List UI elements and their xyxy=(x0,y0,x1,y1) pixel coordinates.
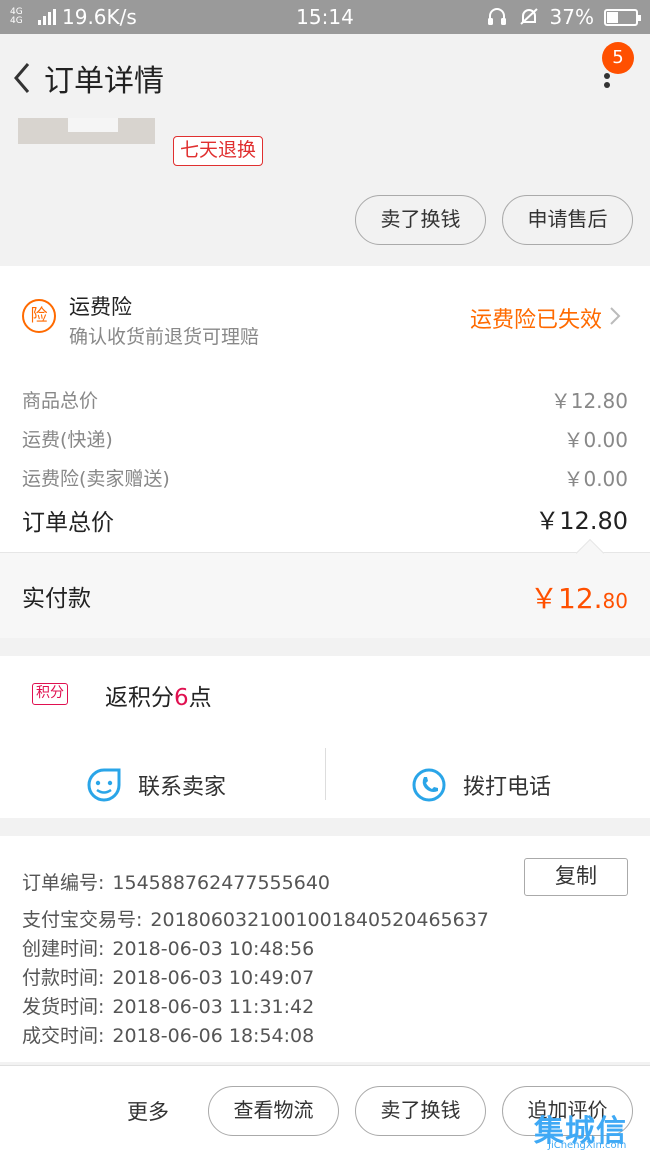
order-number-line: 订单编号: 154588762477555640 xyxy=(22,868,330,895)
order-info-card: 订单编号: 154588762477555640 复制 支付宝交易号: 201806… xyxy=(0,836,650,1062)
back-arrow-icon[interactable] xyxy=(8,58,36,98)
points-number: 6 xyxy=(174,685,189,711)
paid-value-cents: 80 xyxy=(602,589,628,613)
status-right: 37% xyxy=(486,5,641,29)
created-time-line: 创建时间: 2018-06-03 10:48:56 xyxy=(22,934,314,961)
completed-time-line: 成交时间: 2018-06-06 18:54:08 xyxy=(22,1021,314,1048)
paid-value-main: ￥12. xyxy=(530,582,603,615)
more-vertical-icon[interactable] xyxy=(592,70,622,100)
mute-bell-icon xyxy=(519,8,538,25)
site-watermark: 集城信 JiChengXin.com xyxy=(530,1104,650,1155)
view-logistics-button[interactable]: 查看物流 xyxy=(208,1086,339,1136)
points-tag: 积分 xyxy=(32,683,68,705)
insurance-subtitle: 确认收货前退货可理赔 xyxy=(69,326,260,348)
call-phone-button[interactable]: 拨打电话 xyxy=(411,750,551,820)
sell-button[interactable]: 卖了换钱 xyxy=(355,195,486,245)
contact-seller-button[interactable]: 联系卖家 xyxy=(86,750,226,820)
created-time-value: 2018-06-03 10:48:56 xyxy=(112,938,315,960)
page-title: 订单详情 xyxy=(44,64,164,99)
shipping-value: ￥0.00 xyxy=(563,428,628,452)
seven-day-return-tag: 七天退换 xyxy=(173,136,264,166)
battery-icon xyxy=(604,8,641,26)
points-text-before: 返积分 xyxy=(105,685,174,711)
shipping-label: 运费(快递) xyxy=(22,429,113,451)
phone-icon xyxy=(412,768,446,802)
order-number-label: 订单编号: xyxy=(22,872,105,894)
points-contact-card: 积分 返积分6点 联系卖家 拨打电话 xyxy=(0,656,650,818)
shipped-time-label: 发货时间: xyxy=(22,996,105,1018)
order-number-value: 154588762477555640 xyxy=(112,872,330,894)
sell-button-bottom[interactable]: 卖了换钱 xyxy=(355,1086,486,1136)
after-sale-button[interactable]: 申请售后 xyxy=(502,195,633,245)
call-phone-label: 拨打电话 xyxy=(463,775,552,800)
divider xyxy=(325,748,326,800)
alipay-trade-label: 支付宝交易号: xyxy=(22,909,143,931)
order-total-label: 订单总价 xyxy=(22,510,114,536)
status-bar: 4G 4G 19.6K/s 15:14 37% xyxy=(0,0,650,34)
paid-time-label: 付款时间: xyxy=(22,967,105,989)
insurance-fee-label: 运费险(卖家赠送) xyxy=(22,468,170,490)
watermark-url: JiChengXin.com xyxy=(548,1140,627,1151)
created-time-label: 创建时间: xyxy=(22,938,105,960)
more-button[interactable]: 更多 xyxy=(127,1096,169,1126)
paid-amount-row: 实付款 ￥12.80 xyxy=(0,538,650,638)
insurance-title: 运费险 xyxy=(69,295,132,319)
paid-time-line: 付款时间: 2018-06-03 10:49:07 xyxy=(22,963,314,990)
shipped-time-value: 2018-06-03 11:31:42 xyxy=(112,996,315,1018)
contact-seller-label: 联系卖家 xyxy=(138,775,227,800)
product-area: 七天退换 卖了换钱 申请售后 xyxy=(0,118,650,264)
alipay-trade-line: 支付宝交易号: 2018060321001001840520465637 xyxy=(22,905,489,932)
insurance-status: 运费险已失效 xyxy=(469,308,602,333)
points-text-after: 点 xyxy=(188,685,212,711)
completed-time-value: 2018-06-06 18:54:08 xyxy=(112,1025,315,1047)
paid-time-value: 2018-06-03 10:49:07 xyxy=(112,967,315,989)
paid-label: 实付款 xyxy=(22,586,91,612)
completed-time-label: 成交时间: xyxy=(22,1025,105,1047)
price-card: 险 运费险 确认收货前退货可理赔 运费险已失效 商品总价 ￥12.80 运费(快… xyxy=(0,266,650,552)
insurance-fee-value: ￥0.00 xyxy=(563,467,628,491)
paid-value: ￥12.80 xyxy=(530,577,628,617)
order-total-value: ￥12.80 xyxy=(535,507,628,535)
nav-header: 订单详情 5 xyxy=(0,34,650,118)
battery-percent: 37% xyxy=(549,5,594,29)
copy-button[interactable]: 复制 xyxy=(524,858,628,896)
headset-icon xyxy=(487,8,506,25)
goods-total-label: 商品总价 xyxy=(22,390,99,412)
alipay-trade-value: 2018060321001001840520465637 xyxy=(150,909,489,931)
shipped-time-line: 发货时间: 2018-06-03 11:31:42 xyxy=(22,992,314,1019)
insurance-icon: 险 xyxy=(22,299,56,333)
goods-total-value: ￥12.80 xyxy=(550,389,628,413)
points-text: 返积分6点 xyxy=(105,678,212,712)
product-thumbnail[interactable] xyxy=(18,118,155,144)
chat-face-icon xyxy=(87,768,121,802)
chevron-right-icon xyxy=(610,307,621,325)
notification-badge: 5 xyxy=(602,42,634,74)
